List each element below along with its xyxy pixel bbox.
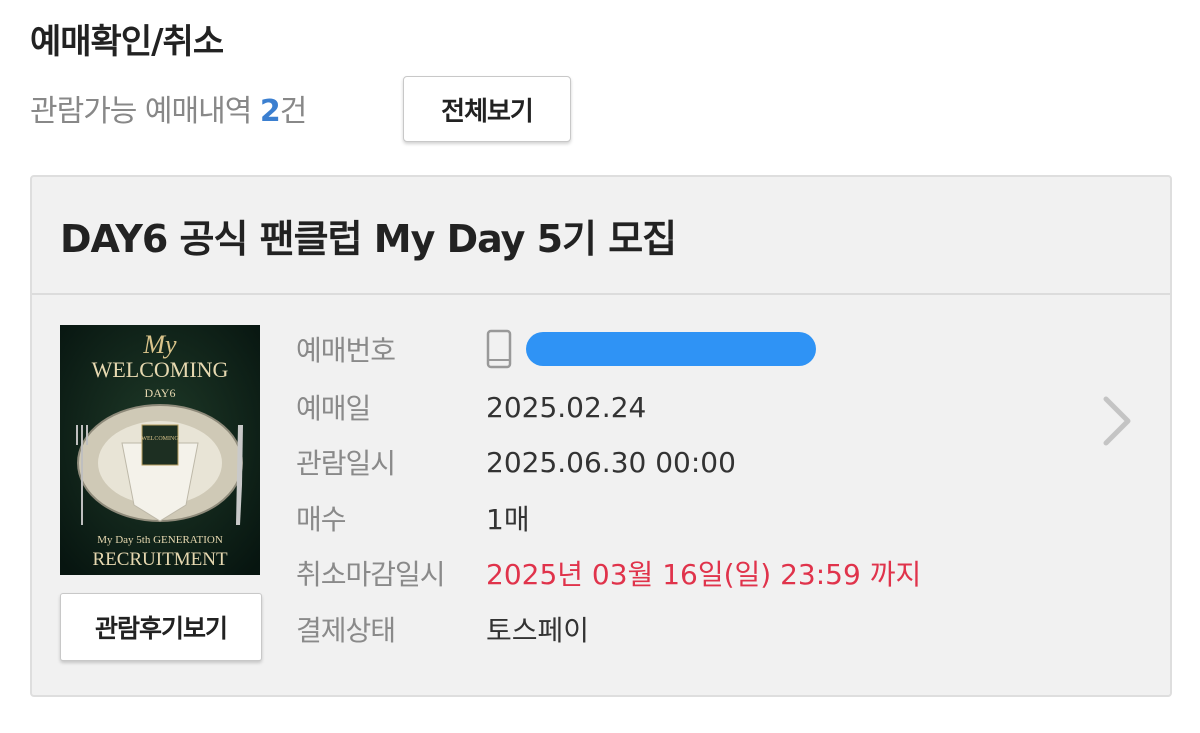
poster-artist-text: DAY6 — [145, 386, 176, 400]
ticket-count-value: 1매 — [486, 503, 530, 536]
info-row-booking-number: 예매번호 — [296, 329, 816, 369]
info-row-cancel-deadline: 취소마감일시 2025년 03월 16일(일) 23:59 까지 — [296, 553, 921, 593]
booking-number-value — [486, 329, 816, 369]
booking-card[interactable]: DAY6 공식 팬클럽 My Day 5기 모집 My WELCOMING DA… — [30, 175, 1172, 697]
view-review-button[interactable]: 관람후기보기 — [60, 593, 262, 661]
cancel-deadline-value: 2025년 03월 16일(일) 23:59 까지 — [486, 558, 922, 591]
view-datetime-label: 관람일시 — [296, 447, 396, 480]
view-datetime-value: 2025.06.30 00:00 — [486, 445, 736, 479]
booking-date-label: 예매일 — [296, 392, 371, 425]
booking-date-value: 2025.02.24 — [486, 390, 647, 424]
poster-recruitment-text: RECRUITMENT — [92, 549, 228, 570]
info-row-ticket-count: 매수 1매 — [296, 498, 530, 538]
poster-my-text: My — [142, 330, 177, 359]
booking-number-label: 예매번호 — [296, 334, 396, 367]
info-row-booking-date: 예매일 2025.02.24 — [296, 387, 646, 427]
poster-image: My WELCOMING DAY6 WELCOMING My Day 5th G… — [60, 325, 260, 575]
summary-unit: 건 — [279, 94, 308, 129]
info-row-view-datetime: 관람일시 2025.06.30 00:00 — [296, 442, 736, 482]
cancel-deadline-label: 취소마감일시 — [296, 558, 446, 591]
mobile-phone-icon — [486, 329, 512, 369]
payment-status-label: 결제상태 — [296, 614, 396, 647]
ticket-count-label: 매수 — [296, 503, 347, 536]
poster-welcoming-text: WELCOMING — [92, 357, 229, 382]
booking-summary: 관람가능 예매내역 2건 — [30, 86, 308, 130]
summary-count: 2 — [259, 94, 281, 129]
chevron-right-icon[interactable] — [1100, 395, 1134, 447]
redacted-booking-number — [526, 332, 816, 366]
view-all-button[interactable]: 전체보기 — [403, 76, 571, 142]
booking-title: DAY6 공식 팬클럽 My Day 5기 모집 — [60, 216, 677, 261]
page-title: 예매확인/취소 — [30, 22, 224, 62]
poster-subtitle-text: My Day 5th GENERATION — [97, 534, 223, 546]
booking-card-header: DAY6 공식 팬클럽 My Day 5기 모집 — [32, 177, 1170, 295]
poster-card-text: WELCOMING — [141, 436, 179, 442]
summary-label: 관람가능 예매내역 — [30, 94, 252, 129]
info-row-payment-status: 결제상태 토스페이 — [296, 609, 589, 649]
payment-status-value: 토스페이 — [486, 614, 590, 647]
